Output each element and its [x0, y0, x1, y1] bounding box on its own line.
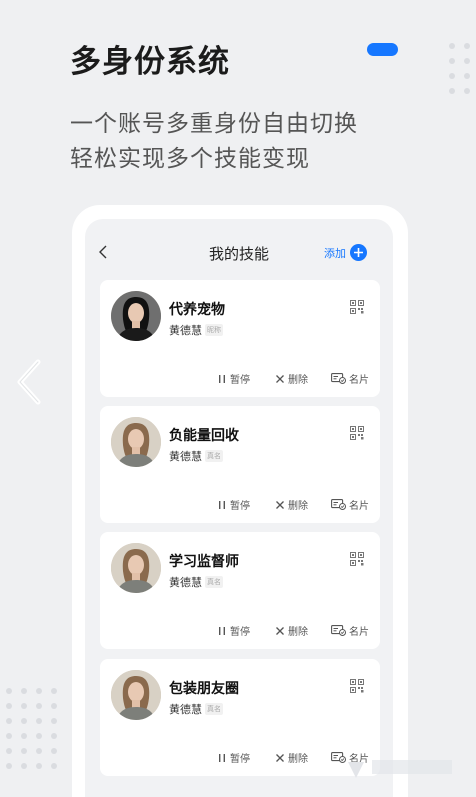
qr-code-icon[interactable] — [350, 300, 364, 314]
name-type-tag: 真名 — [205, 703, 223, 715]
name-type-tag: 昵称 — [205, 324, 223, 336]
pause-icon — [219, 626, 225, 635]
decorative-dots-bottom-left — [6, 688, 57, 769]
page-headline: 多身份系统 — [70, 44, 230, 80]
plus-icon — [350, 244, 367, 261]
skill-card[interactable]: 代养宠物 黄德慧 昵称 暂停 删除 名片 — [100, 280, 380, 397]
delete-label: 删除 — [288, 627, 308, 638]
add-skill-label: 添加 — [324, 246, 346, 260]
card-actions: 暂停 删除 名片 — [100, 623, 380, 638]
business-card-button[interactable]: 名片 — [331, 497, 369, 512]
pause-label: 暂停 — [230, 754, 250, 765]
avatar — [111, 417, 161, 467]
owner-name: 黄德慧 — [169, 324, 202, 337]
pause-button[interactable]: 暂停 — [217, 750, 250, 765]
owner-row: 黄德慧 昵称 — [169, 322, 223, 338]
skill-title: 负能量回收 — [169, 428, 239, 444]
pause-label: 暂停 — [230, 627, 250, 638]
decorative-dots-top-right — [449, 43, 470, 94]
watermark — [342, 754, 462, 787]
card-actions: 暂停 删除 名片 — [100, 371, 380, 386]
avatar — [111, 670, 161, 720]
close-icon — [276, 500, 284, 509]
delete-button[interactable]: 删除 — [275, 623, 308, 638]
skill-title: 学习监督师 — [169, 554, 239, 570]
accent-pill — [367, 43, 398, 56]
screen-header: 我的技能 添加 — [85, 219, 393, 283]
delete-button[interactable]: 删除 — [275, 371, 308, 386]
subtitle-line-2: 轻松实现多个技能变现 — [70, 146, 310, 172]
business-card-icon — [331, 625, 346, 636]
close-icon — [276, 753, 284, 762]
pause-icon — [219, 374, 225, 383]
business-card-label: 名片 — [349, 375, 369, 386]
phone-screen: 我的技能 添加 代养宠物 黄德慧 昵称 暂停 删除 名片 负能量回收 黄德慧 真… — [85, 219, 393, 797]
name-type-tag: 真名 — [205, 576, 223, 588]
pause-label: 暂停 — [230, 501, 250, 512]
owner-name: 黄德慧 — [169, 576, 202, 589]
card-actions: 暂停 删除 名片 — [100, 750, 380, 765]
owner-row: 黄德慧 真名 — [169, 701, 223, 717]
subtitle-line-1: 一个账号多重身份自由切换 — [70, 111, 358, 137]
business-card-label: 名片 — [349, 627, 369, 638]
pause-button[interactable]: 暂停 — [217, 497, 250, 512]
delete-label: 删除 — [288, 375, 308, 386]
delete-button[interactable]: 删除 — [275, 750, 308, 765]
delete-button[interactable]: 删除 — [275, 497, 308, 512]
avatar — [111, 291, 161, 341]
skill-card[interactable]: 负能量回收 黄德慧 真名 暂停 删除 名片 — [100, 406, 380, 523]
qr-code-icon[interactable] — [350, 552, 364, 566]
qr-code-icon[interactable] — [350, 679, 364, 693]
qr-code-icon[interactable] — [350, 426, 364, 440]
pause-icon — [219, 500, 225, 509]
pause-button[interactable]: 暂停 — [217, 371, 250, 386]
pause-label: 暂停 — [230, 375, 250, 386]
name-type-tag: 真名 — [205, 450, 223, 462]
skill-title: 代养宠物 — [169, 302, 225, 318]
previous-slide-arrow-icon[interactable] — [12, 358, 48, 406]
business-card-button[interactable]: 名片 — [331, 371, 369, 386]
delete-label: 删除 — [288, 754, 308, 765]
skill-card[interactable]: 学习监督师 黄德慧 真名 暂停 删除 名片 — [100, 532, 380, 649]
business-card-icon — [331, 373, 346, 384]
owner-row: 黄德慧 真名 — [169, 448, 223, 464]
card-actions: 暂停 删除 名片 — [100, 497, 380, 512]
close-icon — [276, 626, 284, 635]
owner-name: 黄德慧 — [169, 703, 202, 716]
close-icon — [276, 374, 284, 383]
business-card-button[interactable]: 名片 — [331, 623, 369, 638]
skill-title: 包装朋友圈 — [169, 681, 239, 697]
owner-name: 黄德慧 — [169, 450, 202, 463]
add-skill-button[interactable]: 添加 — [324, 244, 367, 261]
avatar — [111, 543, 161, 593]
delete-label: 删除 — [288, 501, 308, 512]
business-card-label: 名片 — [349, 501, 369, 512]
skill-card[interactable]: 包装朋友圈 黄德慧 真名 暂停 删除 名片 — [100, 659, 380, 776]
owner-row: 黄德慧 真名 — [169, 574, 223, 590]
pause-icon — [219, 753, 225, 762]
business-card-icon — [331, 499, 346, 510]
pause-button[interactable]: 暂停 — [217, 623, 250, 638]
